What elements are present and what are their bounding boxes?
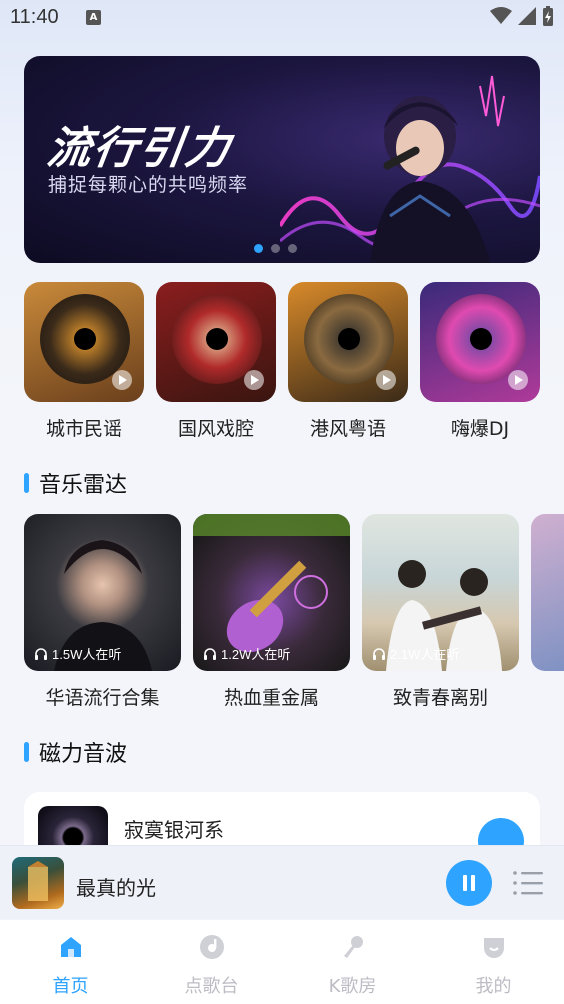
category-cover [156,282,276,402]
bottom-tab-bar: 首页 点歌台 K歌房 我的 [0,920,564,1004]
status-time: 11:40 [10,6,59,28]
playlist-card[interactable]: 1.2W人在听 热血重金属 [193,514,350,710]
magnetic-section-header: 磁力音波 [24,736,127,768]
playlist-cover: 1.5W人在听 [24,514,181,671]
play-icon[interactable] [112,370,132,390]
status-bar: 11:40 A [0,0,564,38]
signal-icon [518,7,536,25]
section-accent-bar [24,473,29,493]
category-cover [420,282,540,402]
music-disc-icon [199,935,224,959]
playlist-card[interactable]: 1.5W人在听 华语流行合集 [24,514,181,710]
tab-label: K歌房 [328,976,377,997]
now-playing-title: 最真的光 [76,876,156,900]
category-row: 城市民谣 国风戏腔 港风粤语 嗨爆DJ [24,282,540,441]
status-icons [490,6,554,26]
listener-count: 1.2W人在听 [203,644,290,663]
headphones-icon [373,647,385,660]
tab-label: 点歌台 [184,976,239,997]
listener-count-text: 1.2W人在听 [221,647,291,662]
listener-count: 2.1W人在听 [372,644,459,663]
profile-icon [483,938,504,958]
category-dj[interactable]: 嗨爆DJ [420,282,540,441]
play-icon[interactable] [244,370,264,390]
banner-subtitle: 捕捉每颗心的共鸣频率 [48,174,249,196]
tab-karaoke-room[interactable]: K歌房 [282,920,423,1004]
playlist-icon[interactable] [512,868,544,898]
play-icon[interactable] [508,370,528,390]
banner-dot[interactable] [271,244,280,253]
category-cover [24,282,144,402]
category-label: 嗨爆DJ [450,418,510,440]
section-title: 音乐雷达 [39,473,128,498]
category-chinese-opera[interactable]: 国风戏腔 [156,282,276,441]
section-title: 磁力音波 [39,742,128,767]
listener-count: 1.5W人在听 [34,644,121,663]
pause-button[interactable] [446,860,492,906]
wifi-icon [490,7,512,24]
playlist-cover [531,514,564,671]
home-icon [60,937,81,957]
headphones-icon [35,647,47,660]
banner-pagination[interactable] [254,244,297,253]
headphones-icon [204,647,216,660]
category-label: 城市民谣 [45,418,122,440]
radar-carousel[interactable]: 1.5W人在听 华语流行合集 1.2W人在听 热血重金属 2.1W人在听 致青春… [24,514,564,714]
play-icon[interactable] [376,370,396,390]
playlist-label: 热血重金属 [223,687,319,709]
section-accent-bar [24,742,29,762]
now-playing-cover [12,857,64,909]
singer-artwork [280,75,540,263]
banner-dot[interactable] [254,244,263,253]
playlist-cover: 1.2W人在听 [193,514,350,671]
tab-home[interactable]: 首页 [0,920,141,1004]
tab-label: 我的 [475,976,512,997]
category-label: 国风戏腔 [177,418,254,440]
listener-count-text: 2.1W人在听 [390,647,460,662]
banner-title: 流行引力 [43,123,235,174]
category-cover [288,282,408,402]
hero-banner[interactable]: 流行引力 捕捉每颗心的共鸣频率 [24,56,540,263]
tab-song-request[interactable]: 点歌台 [141,920,282,1004]
tab-profile[interactable]: 我的 [423,920,564,1004]
playlist-card[interactable]: 2.1W人在听 致青春离别 [362,514,519,710]
category-label: 港风粤语 [309,418,386,440]
playlist-card-partial[interactable] [531,514,564,671]
category-city-folk[interactable]: 城市民谣 [24,282,144,441]
playlist-cover: 2.1W人在听 [362,514,519,671]
playlist-label: 致青春离别 [392,687,488,709]
playlist-label: 华语流行合集 [45,687,160,709]
banner-dot[interactable] [288,244,297,253]
battery-icon [543,6,553,26]
tab-label: 首页 [52,976,89,997]
listener-count-text: 1.5W人在听 [52,647,122,662]
accessibility-indicator-icon: A [86,10,101,25]
radar-section-header: 音乐雷达 [24,467,127,499]
category-cantonese[interactable]: 港风粤语 [288,282,408,441]
mini-player[interactable]: 最真的光 [0,845,564,919]
microphone-icon [343,936,363,958]
song-title: 寂寞银河系 [124,818,224,842]
